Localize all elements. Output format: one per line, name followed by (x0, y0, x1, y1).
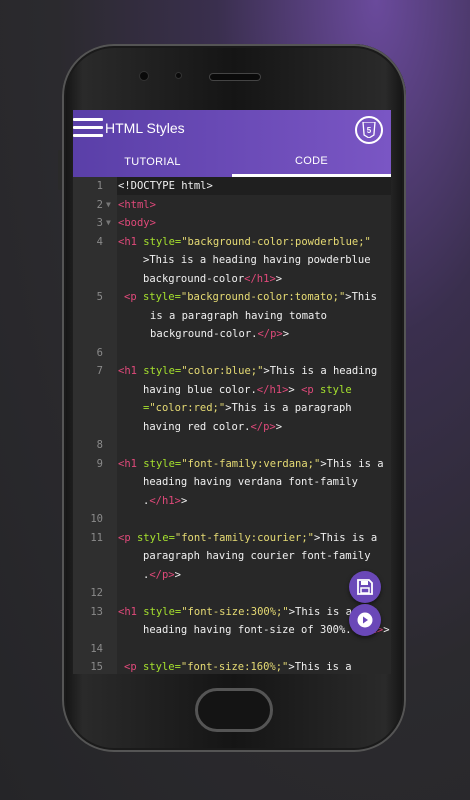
page-title: HTML Styles (105, 120, 185, 136)
line-number: 7 (96, 365, 103, 377)
line-number: 12 (90, 587, 103, 599)
save-icon (357, 579, 373, 595)
code-text: <!DOCTYPE html> (118, 180, 213, 192)
fold-icon[interactable]: ▼ (106, 214, 111, 233)
line-number: 10 (90, 513, 103, 525)
code-text: <h1 style="font-size:300%;">This is a (118, 605, 352, 618)
tab-tutorial[interactable]: TUTORIAL (73, 147, 232, 177)
sensor (176, 73, 181, 78)
earpiece-speaker (210, 74, 260, 80)
play-icon (357, 612, 373, 628)
tab-code[interactable]: CODE (232, 147, 391, 177)
html5-logo-icon[interactable]: 5 (355, 116, 383, 144)
code-text: <p style="background-color:tomato;">This (124, 291, 377, 303)
line-number: 9 (96, 457, 103, 470)
logo-text: 5 (367, 126, 372, 135)
fold-icon[interactable]: ▼ (106, 196, 111, 215)
line-number: 11 (90, 531, 103, 544)
line-number: 1 (96, 180, 103, 192)
code-text: <body> (118, 217, 156, 229)
line-number: 6 (96, 346, 103, 359)
code-text: <p style="font-size:160%;">This is a (124, 661, 352, 673)
code-text: <h1 style="color:blue;">This is a headin… (118, 365, 378, 377)
code-editor[interactable]: 1 <!DOCTYPE html> 2 ▼ <html> 3 ▼ <body> … (73, 177, 391, 674)
line-number: 14 (90, 642, 103, 655)
app-screen: HTML Styles 5 TUTORIAL CODE 1 <!DOCTYPE … (73, 110, 391, 674)
code-text: <p style="font-family:courier;">This is … (118, 531, 378, 544)
line-number: 5 (96, 291, 103, 303)
code-text: <h1 style="background-color:powderblue;" (118, 235, 371, 248)
app-bar: HTML Styles 5 TUTORIAL CODE (73, 110, 391, 177)
code-text: <html> (118, 198, 156, 211)
run-button[interactable] (349, 604, 381, 636)
code-text: <h1 style="font-family:verdana;">This is… (118, 457, 384, 470)
menu-icon[interactable] (73, 118, 103, 140)
line-number: 4 (96, 235, 103, 248)
line-number: 13 (90, 605, 103, 618)
line-number: 15 (90, 661, 103, 673)
front-camera (140, 72, 148, 80)
line-number: 8 (96, 439, 103, 451)
volume-button (58, 150, 62, 190)
save-button[interactable] (349, 571, 381, 603)
line-number: 3 (96, 217, 103, 229)
line-number: 2 (96, 198, 103, 211)
home-button[interactable] (195, 688, 273, 732)
